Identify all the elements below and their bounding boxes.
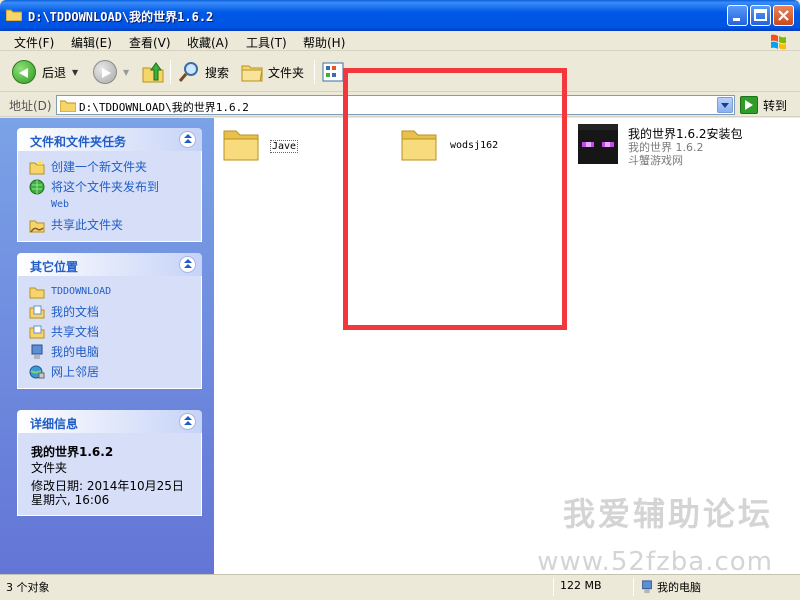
collapse-chevron-icon[interactable] (179, 413, 196, 430)
minimize-icon (733, 18, 740, 21)
enderman-app-icon (578, 124, 618, 164)
search-button[interactable]: 搜索 (177, 59, 229, 85)
panel-header[interactable]: 其它位置 (17, 253, 202, 276)
my-computer-icon (642, 580, 652, 594)
minimize-button[interactable] (727, 5, 748, 26)
maximize-icon (754, 9, 767, 21)
new-folder-icon (29, 160, 45, 175)
task-share-folder[interactable]: 共享此文件夹 (29, 217, 193, 233)
window-title: D:\TDDOWNLOAD\我的世界1.6.2 (28, 10, 214, 24)
up-folder-icon (142, 62, 164, 83)
status-divider (633, 578, 634, 596)
forward-dropdown-icon[interactable]: ▼ (123, 68, 129, 77)
network-places-icon (29, 365, 45, 379)
status-divider (553, 578, 554, 596)
status-location: 我的电脑 (657, 581, 701, 594)
watermark-url: www.52fzba.com (537, 547, 773, 577)
place-tddownload[interactable]: TDDOWNLOAD (29, 284, 193, 300)
forward-arrow-icon (93, 60, 117, 84)
menu-edit[interactable]: 编辑(E) (71, 34, 112, 51)
status-object-count: 3 个对象 (6, 581, 50, 594)
menu-view[interactable]: 查看(V) (129, 34, 171, 51)
folder-icon (223, 130, 259, 161)
task-pane: 文件和文件夹任务 创建一个新文件夹 将这个文件夹发布到 Web 共享此文件夹 其… (0, 118, 214, 574)
windows-logo-icon (771, 34, 786, 50)
address-dropdown-icon[interactable] (717, 97, 733, 113)
back-dropdown-icon[interactable]: ▼ (72, 68, 78, 77)
toolbar-separator (314, 60, 315, 84)
place-network[interactable]: 网上邻居 (29, 364, 193, 380)
panel-title: 详细信息 (30, 417, 79, 431)
panel-title: 其它位置 (30, 260, 79, 274)
publish-web-icon (29, 179, 45, 195)
other-places-panel: 其它位置 TDDOWNLOAD 我的文档 共享文档 我的电脑 网上邻居 (17, 253, 202, 389)
address-label: 地址(D) (9, 99, 52, 113)
menu-tools[interactable]: 工具(T) (246, 34, 287, 51)
toolbar-separator (170, 60, 171, 84)
collapse-chevron-icon[interactable] (179, 131, 196, 148)
folder-icon (29, 287, 45, 299)
up-folder-button[interactable] (141, 59, 165, 85)
status-bar: 3 个对象 122 MB 我的电脑 (0, 574, 800, 600)
place-shared-documents[interactable]: 共享文档 (29, 324, 193, 340)
detail-modified: 修改日期: 2014年10月25日 (31, 479, 184, 493)
close-icon (778, 10, 789, 21)
my-computer-icon (31, 344, 43, 359)
back-button[interactable]: 后退 ▼ (12, 59, 78, 85)
go-arrow-icon (740, 96, 758, 114)
task-publish-web[interactable]: 将这个文件夹发布到 Web (29, 179, 193, 213)
details-panel: 详细信息 我的世界1.6.2 文件夹 修改日期: 2014年10月25日 星期六… (17, 410, 202, 516)
menu-favorites[interactable]: 收藏(A) (187, 34, 229, 51)
place-my-computer[interactable]: 我的电脑 (29, 344, 193, 360)
maximize-button[interactable] (750, 5, 771, 26)
back-label: 后退 (42, 65, 67, 80)
status-size: 122 MB (560, 579, 602, 592)
file-view[interactable]: Jave wodsj162 我的世界1.6.2安装包 我的世界 1.6.2 斗蟹… (214, 68, 800, 577)
title-bar[interactable]: D:\TDDOWNLOAD\我的世界1.6.2 (0, 0, 800, 31)
watermark-title: 我爱辅助论坛 (562, 495, 773, 533)
file-company: 斗蟹游戏网 (628, 154, 683, 167)
collapse-chevron-icon[interactable] (179, 256, 196, 273)
views-button[interactable] (321, 59, 345, 85)
detail-name: 我的世界1.6.2 (31, 445, 114, 459)
red-highlight-box (343, 68, 567, 330)
search-label: 搜索 (205, 65, 230, 80)
address-path: D:\TDDOWNLOAD\我的世界1.6.2 (79, 101, 249, 114)
folders-button[interactable]: 文件夹 (240, 59, 304, 85)
file-name: Jave (270, 140, 299, 153)
folders-icon (241, 65, 263, 82)
folder-icon (60, 100, 76, 112)
back-arrow-icon (12, 60, 36, 84)
menu-help[interactable]: 帮助(H) (303, 34, 345, 51)
search-icon (178, 62, 198, 82)
file-tasks-panel: 文件和文件夹任务 创建一个新文件夹 将这个文件夹发布到 Web 共享此文件夹 (17, 128, 202, 242)
menu-file[interactable]: 文件(F) (14, 34, 54, 51)
panel-title: 文件和文件夹任务 (30, 135, 127, 149)
folder-icon (6, 9, 22, 21)
close-button[interactable] (773, 5, 794, 26)
task-new-folder[interactable]: 创建一个新文件夹 (29, 159, 193, 175)
share-folder-icon (29, 220, 45, 233)
menu-bar: 文件(F) 编辑(E) 查看(V) 收藏(A) 工具(T) 帮助(H) (0, 31, 800, 51)
panel-header[interactable]: 详细信息 (17, 410, 202, 433)
shared-documents-icon (29, 325, 45, 339)
detail-modified-time: 星期六, 16:06 (31, 493, 110, 507)
forward-button[interactable]: ▼ (93, 59, 129, 85)
place-my-documents[interactable]: 我的文档 (29, 304, 193, 320)
folders-label: 文件夹 (268, 65, 305, 80)
detail-type: 文件夹 (31, 461, 68, 475)
my-documents-icon (29, 305, 45, 319)
go-label: 转到 (763, 98, 788, 113)
panel-header[interactable]: 文件和文件夹任务 (17, 128, 202, 151)
go-button[interactable]: 转到 (740, 95, 787, 115)
views-icon (322, 62, 344, 82)
